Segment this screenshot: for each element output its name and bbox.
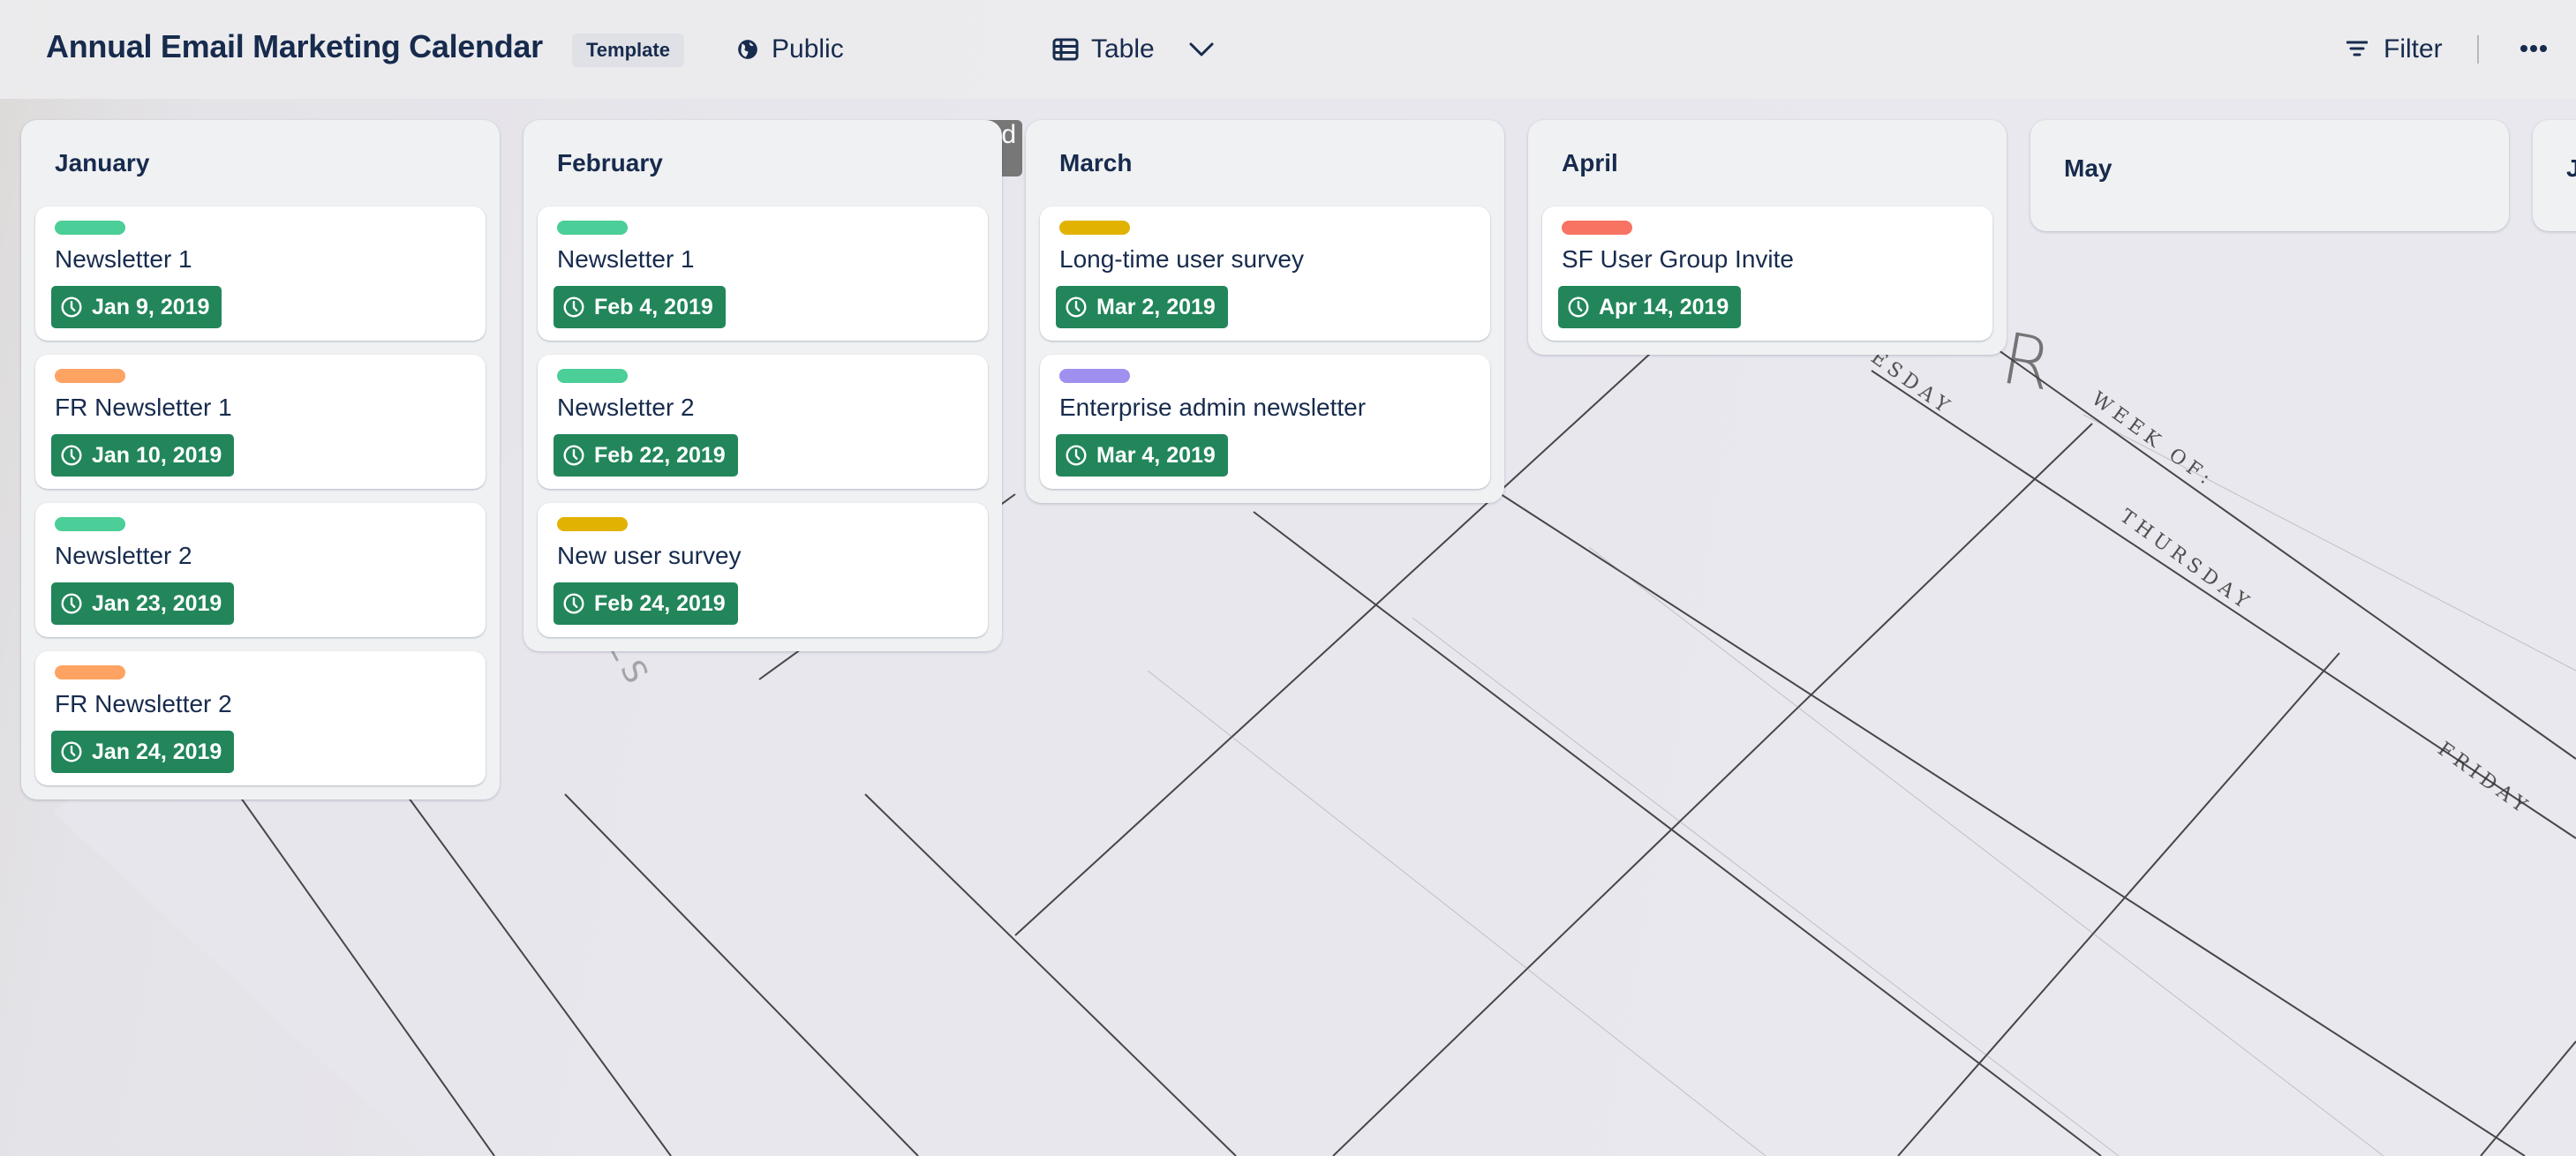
card[interactable]: New user survey Feb 24, 2019 [538, 503, 988, 637]
card[interactable]: Newsletter 1 Feb 4, 2019 [538, 206, 988, 341]
view-tab-table[interactable]: Table [1031, 21, 1176, 78]
list-title[interactable]: February [538, 120, 988, 206]
due-date-badge[interactable]: Jan 23, 2019 [51, 582, 235, 625]
table-icon [1052, 38, 1079, 61]
card-title: Long-time user survey [1059, 245, 1305, 273]
list-title[interactable]: January [35, 120, 486, 206]
more-views-button[interactable] [1174, 21, 1229, 78]
due-date: Mar 4, 2019 [1096, 442, 1216, 468]
due-date: Jan 23, 2019 [92, 590, 222, 616]
due-date-badge[interactable]: Mar 2, 2019 [1056, 286, 1228, 328]
card-title: Newsletter 1 [557, 245, 695, 273]
card[interactable]: Newsletter 1 Jan 9, 2019 [35, 206, 486, 341]
card-title: Enterprise admin newsletter [1059, 394, 1367, 421]
due-date: Feb 24, 2019 [594, 590, 726, 616]
card-label[interactable] [557, 517, 628, 531]
due-date-badge[interactable]: Jan 24, 2019 [51, 731, 235, 773]
card-label[interactable] [55, 369, 125, 383]
clock-icon [562, 592, 585, 615]
more-icon [2520, 41, 2548, 57]
due-date: Jan 24, 2019 [92, 739, 222, 764]
view-tab-table-label: Table [1091, 34, 1155, 64]
due-date: Apr 14, 2019 [1599, 294, 1729, 319]
list-title[interactable]: May [2045, 120, 2495, 217]
clock-icon [562, 444, 585, 467]
more-options-button[interactable] [2507, 26, 2560, 72]
filter-label: Filter [2384, 34, 2443, 64]
board-header: Annual Email Marketing Calendar Template… [0, 0, 2576, 176]
due-date-badge[interactable]: Apr 14, 2019 [1558, 286, 1742, 328]
card-label[interactable] [1059, 369, 1130, 383]
list-title[interactable]: March [1040, 120, 1490, 206]
due-date: Feb 22, 2019 [594, 442, 726, 468]
due-date-badge[interactable]: Feb 4, 2019 [554, 286, 726, 328]
clock-icon [60, 444, 83, 467]
card-title: Newsletter 2 [557, 394, 695, 421]
card-title: Newsletter 2 [55, 542, 192, 569]
board: January Newsletter 1 Jan 9, 2019 FR News… [21, 120, 2576, 799]
card[interactable]: SF User Group Invite Apr 14, 2019 [1542, 206, 1992, 341]
due-date-badge[interactable]: Feb 22, 2019 [554, 434, 738, 477]
card-title: FR Newsletter 2 [55, 690, 232, 717]
globe-icon [736, 38, 759, 61]
clock-icon [60, 592, 83, 615]
clock-icon [60, 296, 83, 319]
card[interactable]: Long-time user survey Mar 2, 2019 [1040, 206, 1490, 341]
list-title[interactable]: J [2547, 120, 2576, 217]
due-date: Jan 9, 2019 [92, 294, 210, 319]
list-title[interactable]: April [1542, 120, 1992, 206]
due-date-badge[interactable]: Mar 4, 2019 [1056, 434, 1228, 477]
due-date-badge[interactable]: Jan 9, 2019 [51, 286, 222, 328]
template-badge: Template [572, 34, 684, 67]
list-january: January Newsletter 1 Jan 9, 2019 FR News… [21, 120, 500, 799]
card-label[interactable] [557, 369, 628, 383]
due-date-badge[interactable]: Jan 10, 2019 [51, 434, 235, 477]
clock-icon [1065, 296, 1088, 319]
clock-icon [1567, 296, 1590, 319]
list-june: J [2533, 120, 2576, 231]
header-divider [2477, 35, 2479, 64]
card-title: FR Newsletter 1 [55, 394, 232, 421]
card[interactable]: FR Newsletter 2 Jan 24, 2019 [35, 651, 486, 785]
due-date: Feb 4, 2019 [594, 294, 713, 319]
visibility-button[interactable]: Public [715, 21, 865, 78]
clock-icon [60, 740, 83, 763]
card-label[interactable] [1059, 221, 1130, 235]
card-title: SF User Group Invite [1562, 245, 1794, 273]
list-april: April SF User Group Invite Apr 14, 2019 [1528, 120, 2007, 355]
due-date: Jan 10, 2019 [92, 442, 222, 468]
board-title[interactable]: Annual Email Marketing Calendar [46, 28, 543, 65]
card[interactable]: Newsletter 2 Feb 22, 2019 [538, 355, 988, 489]
filter-icon [2346, 34, 2369, 64]
card[interactable]: Enterprise admin newsletter Mar 4, 2019 [1040, 355, 1490, 489]
filter-button[interactable]: Filter [2331, 21, 2459, 78]
list-march: March Long-time user survey Mar 2, 2019 … [1026, 120, 1504, 503]
due-date-badge[interactable]: Feb 24, 2019 [554, 582, 738, 625]
card[interactable]: Newsletter 2 Jan 23, 2019 [35, 503, 486, 637]
list-february: February Newsletter 1 Feb 4, 2019 Newsle… [523, 120, 1002, 651]
card-title: New user survey [557, 542, 742, 569]
clock-icon [562, 296, 585, 319]
due-date: Mar 2, 2019 [1096, 294, 1216, 319]
clock-icon [1065, 444, 1088, 467]
card-label[interactable] [55, 665, 125, 679]
card[interactable]: FR Newsletter 1 Jan 10, 2019 [35, 355, 486, 489]
card-label[interactable] [55, 221, 125, 235]
visibility-label: Public [772, 34, 844, 64]
card-label[interactable] [1562, 221, 1632, 235]
chevron-down-icon [1188, 41, 1215, 58]
card-label[interactable] [55, 517, 125, 531]
card-label[interactable] [557, 221, 628, 235]
list-may: May [2030, 120, 2509, 231]
card-title: Newsletter 1 [55, 245, 192, 273]
